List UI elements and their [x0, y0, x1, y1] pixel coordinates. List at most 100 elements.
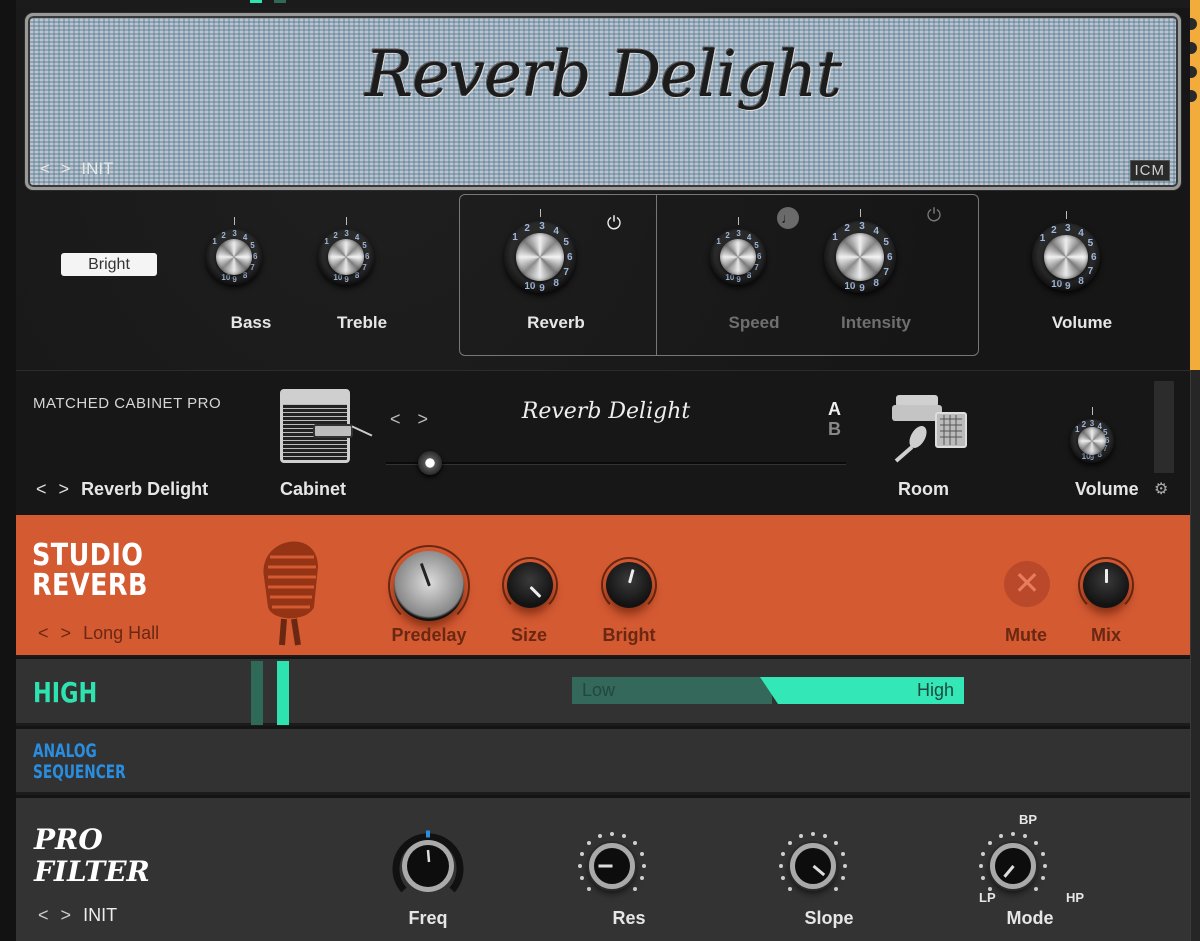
knob-scale-dot: [979, 864, 983, 868]
cabinet-module: MATCHED CABINET PRO < > Reverb Delight C…: [16, 370, 1190, 515]
knob-scale-number: 7: [1087, 265, 1094, 277]
ab-switch[interactable]: A B: [828, 399, 841, 439]
amp-grille: Reverb Delight < > INIT ICM: [25, 13, 1181, 190]
next-preset-button[interactable]: >: [61, 159, 71, 178]
knob-scale-number: 5: [883, 237, 889, 249]
amp-side-stripe: [1190, 0, 1200, 370]
knob-scale-number: 4: [354, 232, 360, 242]
bright-knob[interactable]: [601, 557, 657, 613]
reverb-power-icon[interactable]: ⏻: [604, 213, 624, 233]
speed-knob[interactable]: 1 2 3 4 5 6 7 8 9 10: [706, 217, 770, 289]
knob-scale-number: 2: [524, 223, 530, 235]
knob-scale-dot: [597, 834, 602, 839]
group-divider: [656, 195, 657, 355]
toggle-option-high[interactable]: High: [760, 677, 964, 704]
knob-tick: [1092, 407, 1093, 415]
preset-name[interactable]: Reverb Delight: [81, 479, 208, 499]
knob-tick: [346, 217, 347, 225]
knob-scale-dot: [1023, 834, 1028, 839]
ab-option-a[interactable]: A: [828, 399, 841, 419]
cabinet-select-nav: < >: [390, 409, 434, 430]
prev-preset-button[interactable]: <: [36, 479, 47, 499]
toggle-option-low[interactable]: Low: [572, 677, 772, 704]
knob-scale-number: 1: [1039, 233, 1046, 245]
freq-knob[interactable]: [390, 828, 466, 904]
prev-preset-button[interactable]: <: [40, 159, 50, 178]
prev-preset-button[interactable]: <: [38, 623, 49, 643]
next-preset-button[interactable]: >: [61, 623, 72, 643]
cabinet-volume-label: Volume: [1075, 479, 1139, 499]
next-cabinet-button[interactable]: >: [418, 409, 435, 429]
knob-scale-number: 9: [736, 274, 741, 284]
cabinet-slider-thumb[interactable]: [418, 451, 442, 475]
bright-button[interactable]: Bright: [61, 253, 157, 276]
bass-knob[interactable]: 1 2 3 4 5 6 7 8 9 10: [202, 217, 266, 289]
knob-scale-number: 10: [221, 273, 231, 283]
knob-body: [606, 562, 652, 608]
amp-volume-knob[interactable]: 1 2 3 4 5 6 7 8 9 10: [1028, 211, 1104, 295]
predelay-knob[interactable]: [388, 545, 470, 627]
preset-name[interactable]: INIT: [83, 905, 117, 925]
next-preset-button[interactable]: >: [59, 479, 70, 499]
slope-knob[interactable]: [778, 831, 848, 901]
knob-scale-dot: [833, 841, 838, 846]
knob-scale-number: 5: [563, 237, 569, 249]
mix-knob[interactable]: [1078, 557, 1134, 613]
gear-icon[interactable]: ⚙: [1154, 479, 1168, 499]
cabinet-slider-track[interactable]: [386, 462, 846, 465]
cabinet-label: Cabinet: [280, 479, 347, 499]
knob-scale-number: 6: [1091, 252, 1097, 263]
prev-preset-button[interactable]: <: [38, 905, 49, 925]
title-line-2: SEQUENCER: [33, 761, 126, 783]
knob-scale-number: 4: [1078, 227, 1084, 239]
res-knob[interactable]: [577, 831, 647, 901]
intensity-label: Intensity: [841, 313, 911, 332]
knob-scale-number: 10: [524, 280, 536, 292]
knob-scale-number: 7: [250, 262, 255, 272]
tremolo-power-icon[interactable]: ⏻: [924, 205, 944, 225]
cabinet-volume-knob[interactable]: 1 2 3 4 5 6 7 8 9 10: [1066, 407, 1118, 467]
knob-scale-dot: [580, 851, 585, 856]
left-edge: [0, 0, 16, 941]
size-knob[interactable]: [502, 557, 558, 613]
intensity-knob[interactable]: 1 2 3 4 5 6 7 8 9 10: [820, 209, 900, 297]
room-icon[interactable]: [882, 391, 972, 463]
knob-cap: [516, 233, 564, 281]
knob-scale-dot: [639, 876, 644, 881]
knob-scale-number: 8: [873, 277, 879, 289]
preset-name[interactable]: INIT: [81, 159, 113, 178]
preset-name[interactable]: Long Hall: [83, 623, 159, 643]
mix-label: Mix: [1090, 625, 1121, 645]
knob-scale-dot: [998, 834, 1003, 839]
treble-knob[interactable]: 1 2 3 4 5 6 7 8 9 10: [314, 217, 378, 289]
side-scrollbar[interactable]: [1190, 370, 1200, 941]
stripe-dot: [1190, 18, 1197, 30]
prev-cabinet-button[interactable]: <: [390, 409, 407, 429]
knob-cap: [836, 233, 884, 281]
slope-label: Slope: [804, 908, 854, 928]
cabinet-preset-nav: < > Reverb Delight: [36, 479, 208, 500]
tempo-sync-note-icon[interactable]: ♩: [777, 207, 799, 229]
ab-option-b[interactable]: B: [828, 419, 841, 439]
next-preset-button[interactable]: >: [61, 905, 72, 925]
cabinet-amp-icon[interactable]: [280, 389, 373, 463]
knob-scale-dot: [823, 834, 828, 839]
knob-scale-number: 7: [563, 266, 569, 278]
knob-tick: [1066, 211, 1067, 219]
knob-scale-dot: [1033, 886, 1038, 891]
knob-tick: [738, 217, 739, 225]
knob-scale-number: 2: [1051, 225, 1057, 237]
knob-cap: [328, 239, 364, 275]
knob-scale-number: 10: [1051, 278, 1063, 290]
reverb-knob[interactable]: 1 2 3 4 5 6 7 8 9 10: [500, 209, 580, 297]
knob-scale-dot: [639, 851, 644, 856]
low-high-toggle[interactable]: Low High: [572, 677, 964, 704]
knob-scale-number: 2: [844, 223, 850, 235]
knob-scale-dot: [578, 864, 582, 868]
mute-button[interactable]: ✕: [1004, 561, 1050, 607]
treble-label: Treble: [336, 313, 388, 332]
knob-scale-number: 8: [553, 277, 559, 289]
knob-scale-number: 3: [232, 229, 237, 239]
knob-scale-number: 9: [344, 274, 349, 284]
res-label: Res: [612, 908, 646, 928]
